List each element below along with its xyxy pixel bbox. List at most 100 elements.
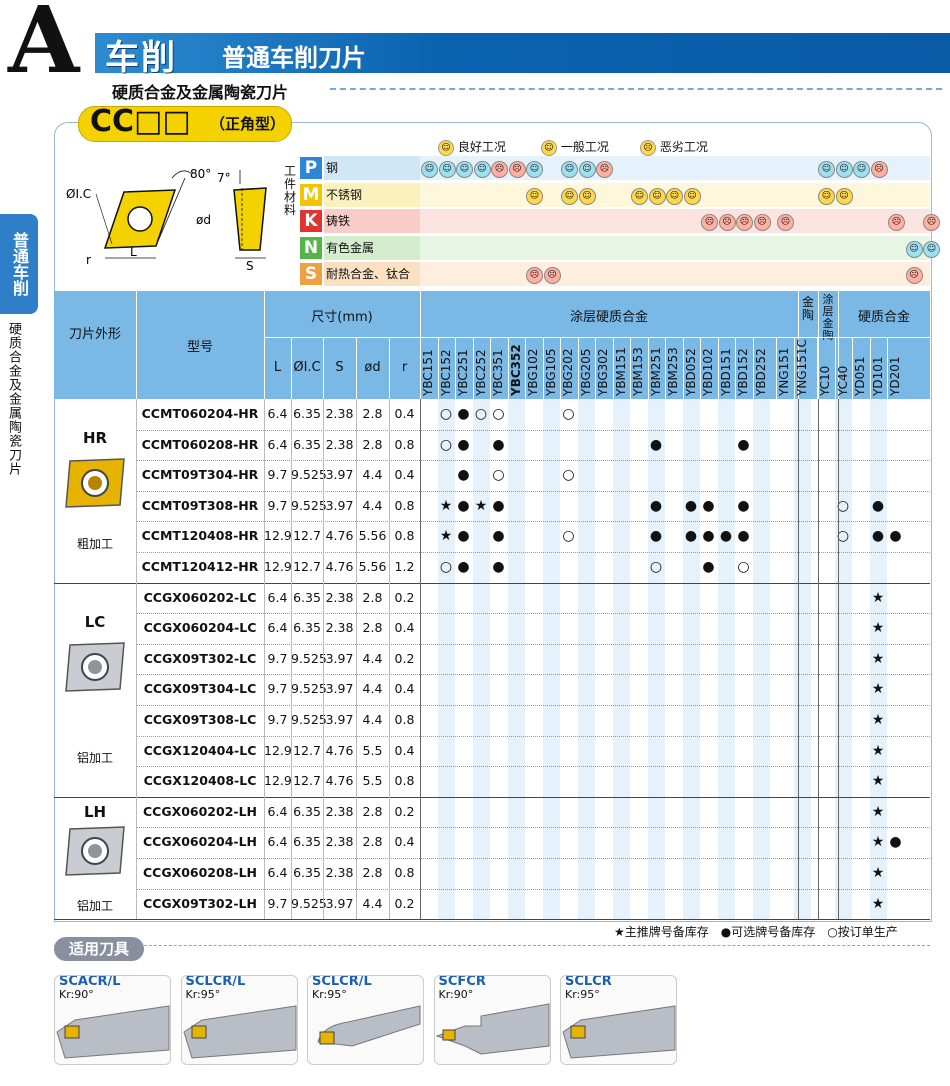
dim-cell-d: 2.8 <box>362 406 383 421</box>
sad-face-icon: ☹ <box>777 214 794 231</box>
dim-cell-S: 3.97 <box>325 497 354 513</box>
column-divider <box>798 399 799 583</box>
column-divider <box>136 399 137 583</box>
dot-mark: ● <box>684 497 698 514</box>
smile-face-icon: ☺ <box>853 161 870 178</box>
tool-name: SCFCR <box>438 975 486 989</box>
dot-mark: ● <box>702 528 715 545</box>
star-mark: ★ <box>871 895 885 912</box>
dot-mark: ● <box>457 436 470 453</box>
dot-mark: ● <box>871 528 885 545</box>
model-cell: CCGX060202-LC <box>143 589 257 605</box>
header-coated-cermet: 涂层金陶 <box>822 293 834 342</box>
dot-mark: ● <box>649 497 663 514</box>
smile-face-icon: ☺ <box>526 161 543 178</box>
dim-cell-S: 2.38 <box>325 436 354 452</box>
dim-cell-d: 2.8 <box>362 803 383 819</box>
material-name: 钢 <box>324 156 420 180</box>
dim-cell-S: 2.38 <box>325 589 354 605</box>
smile-face-icon: ☺ <box>818 161 835 178</box>
star-mark: ★ <box>871 834 885 851</box>
header-divider <box>507 337 509 399</box>
dim-cell-r: 0.8 <box>394 865 415 880</box>
brand-label: YBC152 <box>438 349 453 396</box>
legend-bad: ☹ 恶劣工况 <box>640 138 708 156</box>
column-divider <box>323 582 324 797</box>
dot-mark: ● <box>702 497 715 514</box>
header-divider <box>291 337 292 399</box>
dim-cell-IC: 12.7 <box>293 773 321 789</box>
column-divider <box>264 582 265 797</box>
dim-cell-S: 2.38 <box>325 803 354 819</box>
dim-cell-r: 0.2 <box>394 650 415 666</box>
column-divider <box>389 582 390 797</box>
star-mark: ★ <box>871 589 885 606</box>
tool-card[interactable]: SCLCR Kr:95° <box>560 975 677 1065</box>
header-coated: 涂层硬质合金 <box>569 310 648 325</box>
header-dims: 尺寸(mm) <box>311 310 373 325</box>
star-mark: ★ <box>474 497 488 514</box>
dim-cell-d: 4.4 <box>362 681 383 697</box>
header-divider <box>665 337 666 399</box>
brand-label: YBG102 <box>526 348 540 396</box>
sad-face-icon: ☹ <box>543 267 561 284</box>
circle-mark: ○ <box>649 559 663 575</box>
dot-mark: ● <box>649 528 663 545</box>
circle-mark: ○ <box>439 406 453 422</box>
header-divider <box>560 337 561 399</box>
header-divider <box>136 291 137 399</box>
diagram-angle1-label: 80° <box>190 167 211 181</box>
smile-face-icon: ☺ <box>561 161 578 178</box>
model-cell: CCGX09T308-LC <box>143 712 257 727</box>
footer-legend: ★主推牌号备库存 ●可选牌号备库存 ○按订单生产 <box>614 925 898 939</box>
tool-card[interactable]: SCACR/L Kr:90° <box>54 975 171 1065</box>
header-divider <box>647 337 649 399</box>
column-divider <box>136 796 137 920</box>
diagram-s-label: S <box>246 259 254 273</box>
brand-label: YBC351 <box>491 349 505 396</box>
tool-card[interactable]: SCLCR/L Kr:95° <box>307 975 424 1065</box>
smile-face-icon: ☺ <box>456 161 473 178</box>
header-divider <box>630 337 631 399</box>
brand-label: YBC151 <box>421 349 435 396</box>
material-grid-S <box>420 262 930 286</box>
header-dim-4: r <box>401 360 408 375</box>
header-carbide: 硬质合金 <box>857 310 910 325</box>
dim-cell-r: 0.4 <box>394 742 415 758</box>
column-divider <box>420 582 421 797</box>
dim-cell-d: 4.4 <box>362 650 383 666</box>
brand-label: YBD252 <box>753 348 768 396</box>
sad-face-icon: ☹ <box>905 267 923 284</box>
side-tab[interactable]: 普通车削 <box>0 214 38 314</box>
star-mark: ★ <box>439 528 453 545</box>
dim-cell-L: 9.7 <box>267 497 288 513</box>
dim-cell-IC: 12.7 <box>293 559 321 574</box>
smile-face-icon: ☺ <box>421 161 438 178</box>
neutral-face-icon: ☺ <box>631 187 648 205</box>
header-divider <box>323 337 324 399</box>
smile-face-icon: ☺ <box>905 240 923 258</box>
dot-mark: ● <box>889 834 902 851</box>
tool-card[interactable]: SCLCR/L Kr:95° <box>180 975 298 1065</box>
dot-mark: ● <box>737 436 750 453</box>
brand-label: YBD151 <box>718 348 733 396</box>
neutral-face-icon: ☺ <box>683 187 701 205</box>
neutral-face-icon: ☺ <box>666 187 683 205</box>
header-shape: 刀片外形 <box>68 327 121 342</box>
column-divider <box>838 796 839 920</box>
header-dim-2: S <box>335 360 344 375</box>
brand-label: YBM253 <box>666 347 680 396</box>
brand-label: YBD052 <box>683 348 698 396</box>
header-divider <box>264 291 265 399</box>
dim-cell-S: 4.76 <box>325 559 354 574</box>
column-divider <box>420 399 421 583</box>
dot-mark: ● <box>702 559 715 575</box>
dim-cell-d: 4.4 <box>362 712 383 727</box>
tool-angle: Kr:90° <box>59 988 94 1001</box>
group-name: HR <box>82 429 108 447</box>
model-cell: CCMT060204-HR <box>141 406 259 421</box>
circle-mark: ○ <box>562 528 575 545</box>
tool-card[interactable]: SCFCR Kr:90° <box>433 975 551 1065</box>
dim-cell-L: 6.4 <box>267 620 288 636</box>
header-divider <box>389 337 390 399</box>
